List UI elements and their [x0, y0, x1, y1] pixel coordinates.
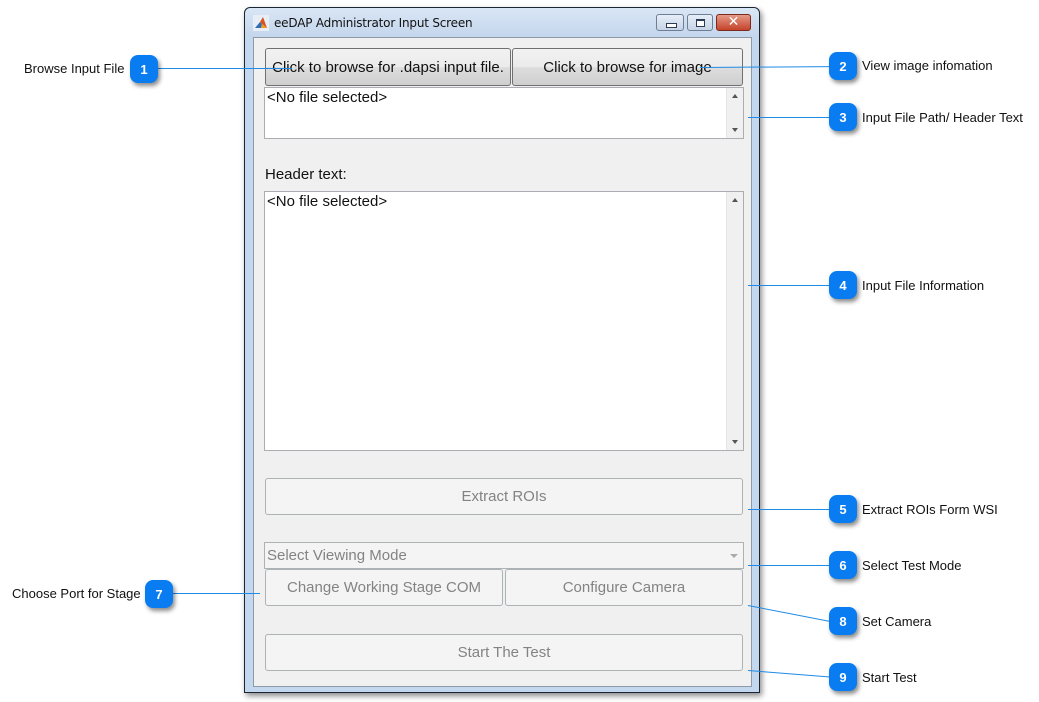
callout-badge-9: 9: [829, 663, 857, 691]
scroll-up-icon[interactable]: [732, 94, 738, 98]
callout-badge-4: 4: [829, 271, 857, 299]
callout-label-3: Input File Path/ Header Text: [862, 110, 1023, 125]
header-text-label: Header text:: [265, 166, 347, 183]
callout-label-8: Set Camera: [862, 614, 932, 629]
scroll-down-icon[interactable]: [732, 128, 738, 132]
callout-line-4: [748, 285, 832, 286]
callout-line-7: [170, 593, 260, 594]
header-text: <No file selected>: [267, 193, 388, 210]
callout-label-5: Extract ROIs Form WSI: [862, 502, 998, 517]
callout-line-1: [152, 68, 292, 69]
callout-line-2: [700, 66, 833, 68]
callout-badge-7: 7: [145, 580, 173, 608]
callout-badge-1: 1: [130, 55, 158, 83]
callout-label-4: Input File Information: [862, 278, 985, 293]
maximize-button[interactable]: [687, 14, 713, 31]
window-title: eeDAP Administrator Input Screen: [274, 16, 473, 30]
header-textbox[interactable]: <No file selected>: [264, 191, 744, 451]
start-test-button[interactable]: Start The Test: [265, 634, 743, 671]
window-content: Click to browse for .dapsi input file. C…: [253, 37, 752, 687]
configure-camera-button[interactable]: Configure Camera: [505, 569, 743, 606]
callout-line-3: [748, 117, 832, 118]
file-path-scrollbar[interactable]: [726, 88, 743, 138]
title-bar[interactable]: eeDAP Administrator Input Screen ✕: [245, 8, 759, 37]
app-window: eeDAP Administrator Input Screen ✕ Click…: [244, 7, 760, 693]
close-button[interactable]: ✕: [716, 14, 751, 31]
matlab-icon: [253, 15, 269, 31]
callout-label-6: Select Test Mode: [862, 558, 962, 573]
callout-line-9: [747, 670, 832, 678]
callout-label-1: Browse Input File: [24, 61, 125, 76]
browse-input-file-button[interactable]: Click to browse for .dapsi input file.: [265, 48, 511, 86]
callout-label-9: Start Test: [862, 670, 917, 685]
callout-line-6: [748, 565, 832, 566]
viewing-mode-select[interactable]: Select Viewing Mode: [264, 542, 744, 569]
callout-label-7: Choose Port for Stage: [12, 586, 141, 601]
close-icon: ✕: [727, 14, 740, 30]
file-path-textbox[interactable]: <No file selected>: [264, 87, 744, 139]
scroll-up-icon[interactable]: [732, 198, 738, 202]
callout-label-2: View image infomation: [862, 58, 993, 73]
callout-badge-2: 2: [829, 52, 857, 80]
callout-badge-8: 8: [829, 607, 857, 635]
change-stage-com-button[interactable]: Change Working Stage COM: [265, 569, 503, 606]
file-path-text: <No file selected>: [267, 89, 388, 106]
extract-rois-button[interactable]: Extract ROIs: [265, 478, 743, 515]
callout-line-8: [747, 605, 833, 623]
callout-line-5: [748, 509, 832, 510]
header-scrollbar[interactable]: [726, 192, 743, 450]
chevron-down-icon: [730, 554, 738, 558]
viewing-mode-value: Select Viewing Mode: [267, 547, 407, 564]
callout-badge-3: 3: [829, 103, 857, 131]
callout-badge-5: 5: [829, 495, 857, 523]
minimize-button[interactable]: [656, 14, 684, 31]
callout-badge-6: 6: [829, 551, 857, 579]
scroll-down-icon[interactable]: [732, 440, 738, 444]
